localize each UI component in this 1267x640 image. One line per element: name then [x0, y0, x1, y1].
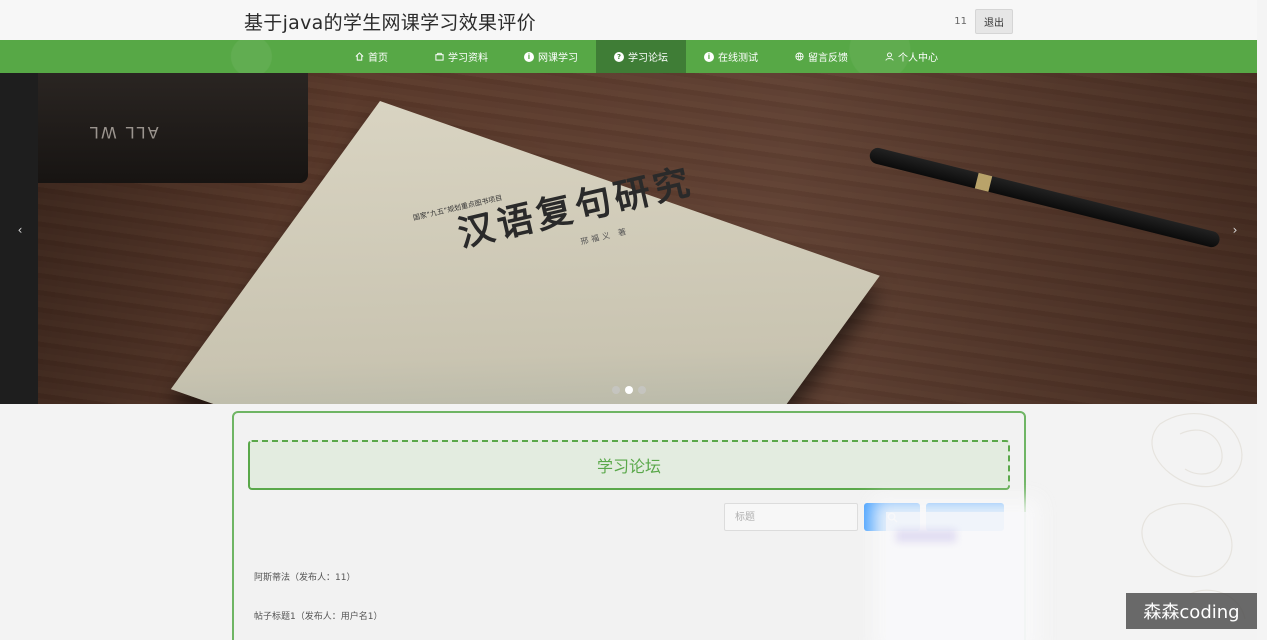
nav-label: 留言反馈 [808, 53, 848, 64]
nav-item-home[interactable]: 首页 [326, 40, 416, 73]
top-header: 基于java的学生网课学习效果评价 11 退出 [0, 0, 1267, 40]
nav-item-feedback[interactable]: 留言反馈 [776, 40, 866, 73]
carousel-dot[interactable] [612, 386, 620, 394]
carousel-dot[interactable] [638, 386, 646, 394]
search-title-input[interactable] [724, 503, 858, 531]
carousel-dot-active[interactable] [625, 386, 633, 394]
nav-label: 网课学习 [538, 53, 578, 64]
forum-post-item[interactable]: 阿斯蒂法（发布人：11） [254, 570, 355, 583]
info-circle-icon: i [704, 51, 714, 62]
carousel-indicators [612, 386, 646, 394]
user-area: 11 退出 [954, 9, 1013, 34]
info-circle-icon: i [524, 51, 534, 62]
nav-label: 在线测试 [718, 53, 758, 64]
nav-item-materials[interactable]: 学习资料 [416, 40, 506, 73]
chevron-right-icon[interactable]: › [1225, 223, 1245, 237]
nav-item-online-test[interactable]: i 在线测试 [686, 40, 776, 73]
nav-label: 个人中心 [898, 53, 938, 64]
site-title: 基于java的学生网课学习效果评价 [244, 12, 536, 34]
blurred-overlay [886, 512, 1026, 640]
nav-label: 学习论坛 [628, 53, 668, 64]
nav-item-forum[interactable]: ? 学习论坛 [596, 40, 686, 73]
nav-items: 首页 学习资料 i 网课学习 ? 学习论坛 i 在线测试 留言反馈 个人中心 [326, 40, 956, 73]
banner-carousel: ALL WL 国家“九五”规划重点图书项目 汉语复句研究 邢福义 著 ‹ › [0, 73, 1257, 404]
nav-label: 首页 [368, 53, 388, 64]
spine-text: ALL WL [88, 123, 159, 142]
main-nav: 首页 学习资料 i 网课学习 ? 学习论坛 i 在线测试 留言反馈 个人中心 [0, 40, 1257, 73]
globe-icon [794, 52, 804, 62]
logout-button[interactable]: 退出 [975, 9, 1013, 34]
home-icon [354, 52, 364, 62]
forum-title: 学习论坛 [596, 457, 661, 476]
question-circle-icon: ? [614, 51, 624, 62]
nav-item-online-course[interactable]: i 网课学习 [506, 40, 596, 73]
nav-item-profile[interactable]: 个人中心 [866, 40, 956, 73]
watermark: 森森coding [1126, 593, 1257, 629]
prev-slide-edge [0, 73, 38, 404]
user-icon [884, 52, 894, 62]
banner-dark-book: ALL WL [38, 73, 308, 183]
nav-label: 学习资料 [448, 53, 488, 64]
folder-icon [434, 52, 444, 62]
forum-post-item[interactable]: 帖子标题1（发布人：用户名1） [254, 609, 382, 622]
username-label[interactable]: 11 [954, 16, 967, 27]
chevron-left-icon[interactable]: ‹ [10, 223, 30, 237]
forum-header: 学习论坛 [248, 440, 1010, 490]
